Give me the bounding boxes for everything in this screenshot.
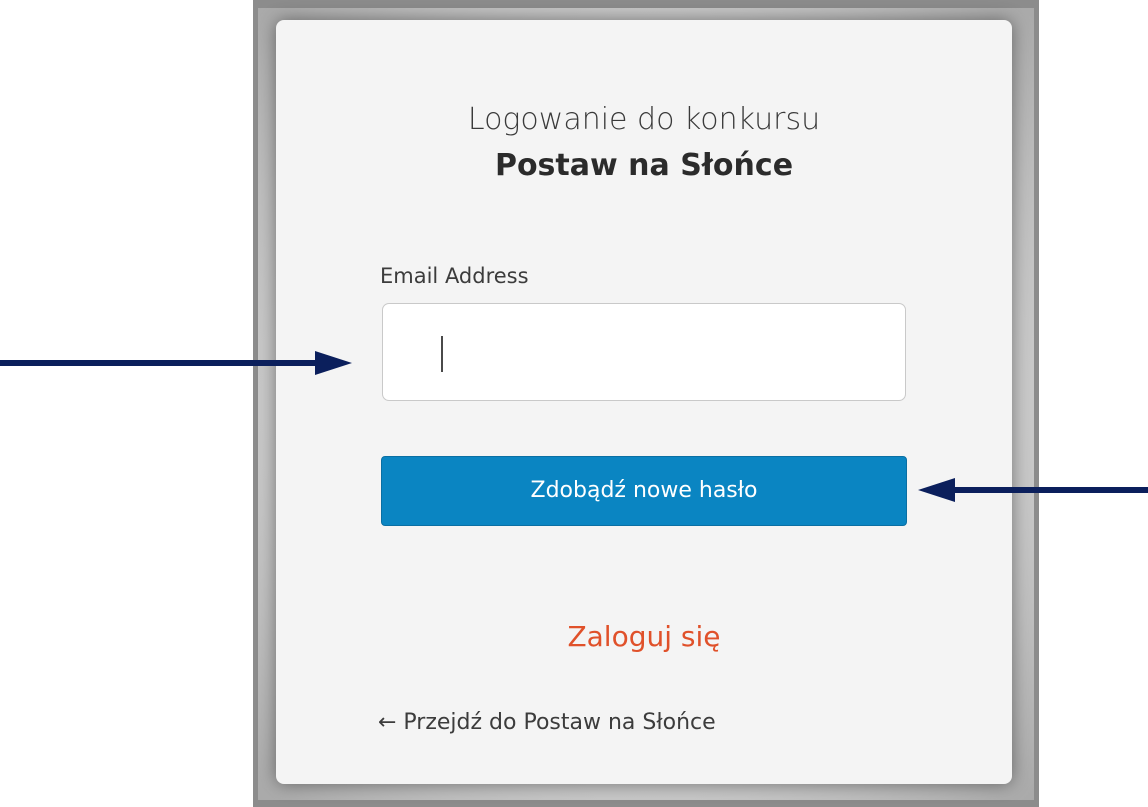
get-new-password-button[interactable]: Zdobądź nowe hasło bbox=[381, 456, 907, 526]
email-label: Email Address bbox=[380, 264, 529, 288]
arrow-left-icon bbox=[918, 478, 1148, 502]
text-caret bbox=[441, 336, 443, 372]
login-card: Logowanie do konkursu Postaw na Słońce E… bbox=[276, 20, 1012, 784]
contest-name: Postaw na Słońce bbox=[494, 148, 794, 183]
page-title: Logowanie do konkursu bbox=[467, 102, 821, 137]
login-link[interactable]: Zaloguj się bbox=[276, 620, 1012, 653]
arrow-right-icon bbox=[0, 351, 352, 375]
email-field[interactable] bbox=[382, 303, 906, 401]
back-to-site-link[interactable]: ← Przejdź do Postaw na Słońce bbox=[378, 710, 716, 735]
screenshot-stage: Logowanie do konkursu Postaw na Słońce E… bbox=[0, 0, 1148, 807]
